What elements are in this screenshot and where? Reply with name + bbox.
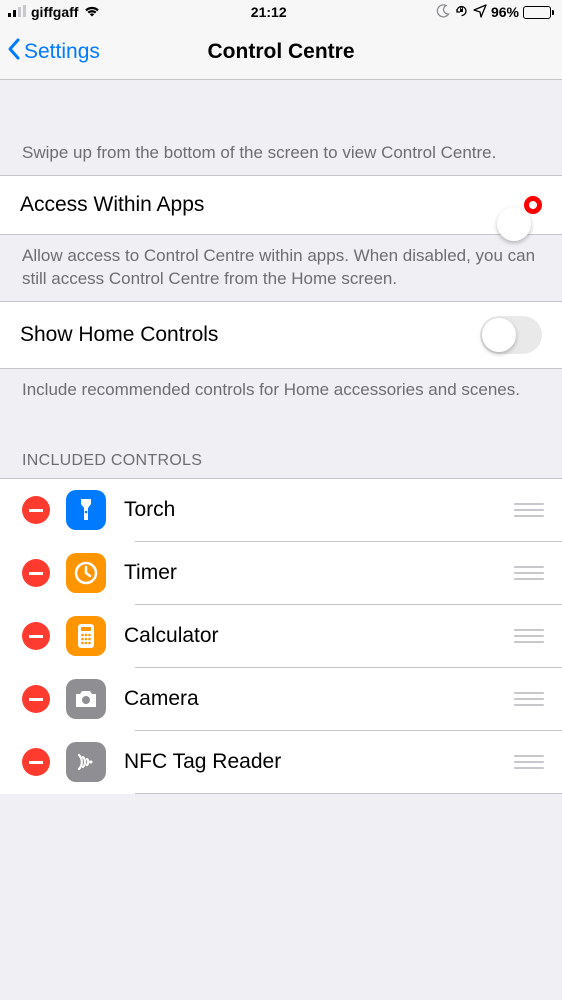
list-item-label: Camera: [124, 687, 514, 711]
battery-percent: 96%: [491, 4, 519, 20]
battery-icon: [523, 6, 554, 19]
remove-button[interactable]: [22, 559, 50, 587]
drag-handle[interactable]: [514, 688, 544, 710]
status-bar: giffgaff 21:12 96%: [0, 0, 562, 24]
signal-icon: [8, 4, 26, 20]
clock: 21:12: [251, 4, 287, 20]
show-home-controls-label: Show Home Controls: [20, 323, 480, 347]
highlight-annotation: [524, 196, 542, 214]
torch-icon: [66, 490, 106, 530]
drag-handle[interactable]: [514, 562, 544, 584]
carrier-label: giffgaff: [31, 4, 78, 20]
access-within-apps-description: Allow access to Control Centre within ap…: [0, 235, 562, 301]
intro-description: Swipe up from the bottom of the screen t…: [0, 80, 562, 175]
show-home-controls-description: Include recommended controls for Home ac…: [0, 369, 562, 412]
remove-button[interactable]: [22, 685, 50, 713]
nav-bar: Settings Control Centre: [0, 24, 562, 80]
remove-button[interactable]: [22, 622, 50, 650]
list-item-calculator: Calculator: [0, 605, 562, 668]
access-within-apps-label: Access Within Apps: [20, 193, 524, 217]
access-within-apps-cell: Access Within Apps: [0, 175, 562, 235]
calculator-icon: [66, 616, 106, 656]
drag-handle[interactable]: [514, 751, 544, 773]
chevron-left-icon: [6, 37, 22, 67]
drag-handle[interactable]: [514, 625, 544, 647]
remove-button[interactable]: [22, 496, 50, 524]
list-item-nfc: NFC Tag Reader: [0, 731, 562, 794]
nfc-icon: [66, 742, 106, 782]
list-item-label: Torch: [124, 498, 514, 522]
moon-icon: [436, 4, 450, 21]
wifi-icon: [83, 4, 101, 20]
remove-button[interactable]: [22, 748, 50, 776]
list-item-label: Calculator: [124, 624, 514, 648]
included-controls-list: Torch Timer Calculator Camera: [0, 478, 562, 794]
list-item-camera: Camera: [0, 668, 562, 731]
camera-icon: [66, 679, 106, 719]
show-home-controls-toggle[interactable]: [480, 316, 542, 354]
list-item-timer: Timer: [0, 542, 562, 605]
list-item-label: Timer: [124, 561, 514, 585]
orientation-lock-icon: [454, 3, 469, 21]
timer-icon: [66, 553, 106, 593]
location-icon: [473, 4, 487, 21]
back-label: Settings: [24, 40, 100, 64]
back-button[interactable]: Settings: [0, 37, 100, 67]
drag-handle[interactable]: [514, 499, 544, 521]
included-controls-header: INCLUDED CONTROLS: [0, 412, 562, 478]
list-item-label: NFC Tag Reader: [124, 750, 514, 774]
show-home-controls-cell: Show Home Controls: [0, 301, 562, 369]
list-item-torch: Torch: [0, 479, 562, 542]
